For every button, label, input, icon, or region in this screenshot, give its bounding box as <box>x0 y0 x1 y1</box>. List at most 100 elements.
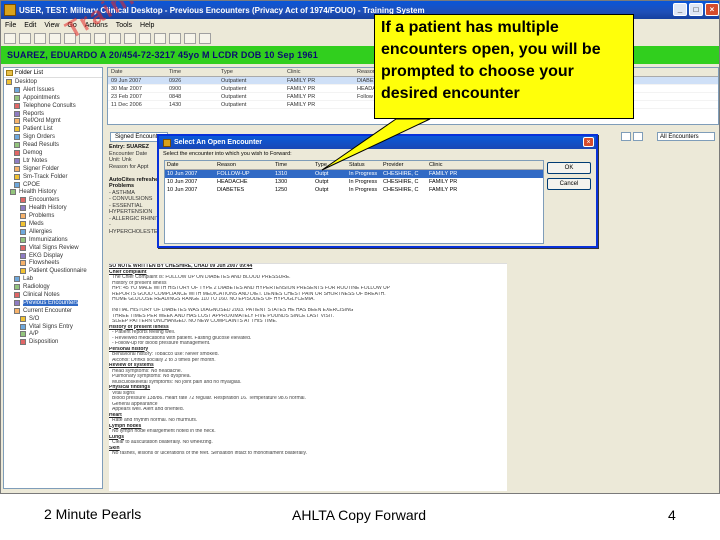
toolbar-button-icon[interactable] <box>109 32 121 44</box>
tree-item[interactable]: Health History <box>4 188 102 196</box>
toolbar-button-icon[interactable] <box>49 32 61 44</box>
column-header[interactable]: Time <box>273 162 313 168</box>
tree-item[interactable]: Immunizations <box>4 236 102 244</box>
tree-item[interactable]: Vital Signs Entry <box>4 323 102 331</box>
table-cell: In Progress <box>349 171 378 177</box>
tree-item[interactable]: Reports <box>4 110 102 118</box>
tree-item-icon <box>20 268 26 275</box>
tree-item-label: Patient Questionnaire <box>29 268 87 275</box>
tree-item[interactable]: Radiology <box>4 283 102 291</box>
tree-item[interactable]: Health History <box>4 204 102 212</box>
ok-button[interactable]: OK <box>547 162 591 174</box>
encounter-note[interactable]: SO NOTE WRITTEN BY CHESHIRE, CHAD 09 Jun… <box>109 263 507 491</box>
tree-item[interactable]: Encounters <box>4 196 102 204</box>
tree-item[interactable]: Appointments <box>4 94 102 102</box>
table-cell: CHESHIRE, C <box>383 187 419 193</box>
cancel-button[interactable]: Cancel <box>547 178 591 190</box>
tree-item[interactable]: EKG Display <box>4 252 102 260</box>
column-header[interactable]: Clinic <box>284 69 354 75</box>
tree-item-label: Allergies <box>29 228 53 235</box>
callout-box: If a patient has multiple encounters ope… <box>374 14 634 119</box>
dialog-close-icon[interactable]: × <box>583 137 594 147</box>
dialog-title-bar[interactable]: Select An Open Encounter <box>159 136 596 149</box>
column-header[interactable]: Date <box>108 69 166 75</box>
toolbar-button-icon[interactable] <box>79 32 91 44</box>
tree-item[interactable]: S/O <box>4 315 102 323</box>
tree-item[interactable]: Patient List <box>4 125 102 133</box>
tree-item-icon <box>14 291 20 298</box>
toolbar-button-icon[interactable] <box>4 32 16 44</box>
tree-item-icon <box>14 149 20 156</box>
tree-item[interactable]: CPOE <box>4 181 102 189</box>
tree-item-label: Current Encounter <box>23 307 73 314</box>
toolbar-button-icon[interactable] <box>169 32 181 44</box>
tree-item-label: A/P <box>29 331 39 338</box>
toolbar-button-icon[interactable] <box>124 32 136 44</box>
tree-item-icon <box>10 189 16 196</box>
toolbar-button-icon[interactable] <box>184 32 196 44</box>
encounter-option-row[interactable]: 10 Jun 2007 HEADACHE 1300 Outpt In Progress C… <box>165 178 543 186</box>
tree-item[interactable]: Demog <box>4 149 102 157</box>
column-header[interactable]: Type <box>218 69 284 75</box>
tree-item[interactable]: Signer Folder <box>4 165 102 173</box>
toolbar-button-icon[interactable] <box>64 32 76 44</box>
tree-item-icon <box>14 110 20 117</box>
close-icon[interactable]: × <box>705 3 719 16</box>
toolbar-button-icon[interactable] <box>154 32 166 44</box>
next-icon[interactable] <box>633 132 643 141</box>
menu-item[interactable]: Help <box>140 22 154 29</box>
menu-item[interactable]: Edit <box>24 22 36 29</box>
tree-item[interactable]: Ltr Notes <box>4 157 102 165</box>
menu-item[interactable]: Go <box>67 22 76 29</box>
table-cell: 0926 <box>169 77 182 84</box>
tree-item-icon <box>20 315 26 322</box>
tree-item[interactable]: Allergies <box>4 228 102 236</box>
column-header[interactable]: Reason <box>215 162 273 168</box>
toolbar-button-icon[interactable] <box>199 32 211 44</box>
tree-item[interactable]: Current Encounter <box>4 307 102 315</box>
maximize-icon[interactable]: □ <box>689 3 703 16</box>
minimize-icon[interactable]: _ <box>673 3 687 16</box>
column-header[interactable]: Date <box>165 162 215 168</box>
tree-item[interactable]: Disposition <box>4 338 102 346</box>
tree-item[interactable]: Read Results <box>4 141 102 149</box>
tree-item[interactable]: Ref/Ord Mgmt <box>4 117 102 125</box>
tree-item-icon <box>14 284 20 291</box>
column-header[interactable]: Status <box>347 162 381 168</box>
toolbar-button-icon[interactable] <box>19 32 31 44</box>
toolbar-button-icon[interactable] <box>94 32 106 44</box>
toolbar-button-icon[interactable] <box>139 32 151 44</box>
toolbar-button-icon[interactable] <box>34 32 46 44</box>
tree-item[interactable]: Patient Questionnaire <box>4 267 102 275</box>
tree-item[interactable]: Vital Signs Review <box>4 244 102 252</box>
tree-item[interactable]: Lab <box>4 275 102 283</box>
menu-item[interactable]: Actions <box>85 22 108 29</box>
previous-icon[interactable] <box>621 132 631 141</box>
column-header[interactable]: Clinic <box>427 162 527 168</box>
tree-item[interactable]: Previous Encounters <box>4 299 102 307</box>
column-header[interactable]: Time <box>166 69 218 75</box>
menu-item[interactable]: File <box>5 22 16 29</box>
window-title: USER, TEST: Military Clinical Desktop - … <box>19 5 425 15</box>
encounter-filter-select[interactable]: All Encounters <box>657 132 715 141</box>
table-cell: Outpt <box>315 171 329 177</box>
table-cell: Outpatient <box>221 101 247 108</box>
tree-item[interactable]: Desktop <box>4 78 102 86</box>
tree-item[interactable]: A/P <box>4 331 102 339</box>
tree-item[interactable]: Sign Orders <box>4 133 102 141</box>
encounter-option-row[interactable]: 10 Jun 2007 DIABETES 1250 Outpt In Progress C… <box>165 186 543 194</box>
tree-item[interactable]: Flowsheets <box>4 259 102 267</box>
encounter-option-row[interactable]: 10 Jun 2007 FOLLOW-UP 1310 Outpt In Progress… <box>165 170 543 178</box>
tree-item[interactable]: Clinical Notes <box>4 291 102 299</box>
tree-item-icon <box>14 165 20 172</box>
menu-item[interactable]: Tools <box>116 22 132 29</box>
menu-item[interactable]: View <box>44 22 59 29</box>
tree-item[interactable]: Sm-Track Folder <box>4 173 102 181</box>
column-header[interactable]: Provider <box>381 162 427 168</box>
tree-item[interactable]: Alert Issues <box>4 86 102 94</box>
tree-item[interactable]: Telephone Consults <box>4 102 102 110</box>
table-cell: FAMILY PR <box>287 93 316 100</box>
tree-item[interactable]: Problems <box>4 212 102 220</box>
column-header[interactable]: Type <box>313 162 347 168</box>
tree-item[interactable]: Meds <box>4 220 102 228</box>
